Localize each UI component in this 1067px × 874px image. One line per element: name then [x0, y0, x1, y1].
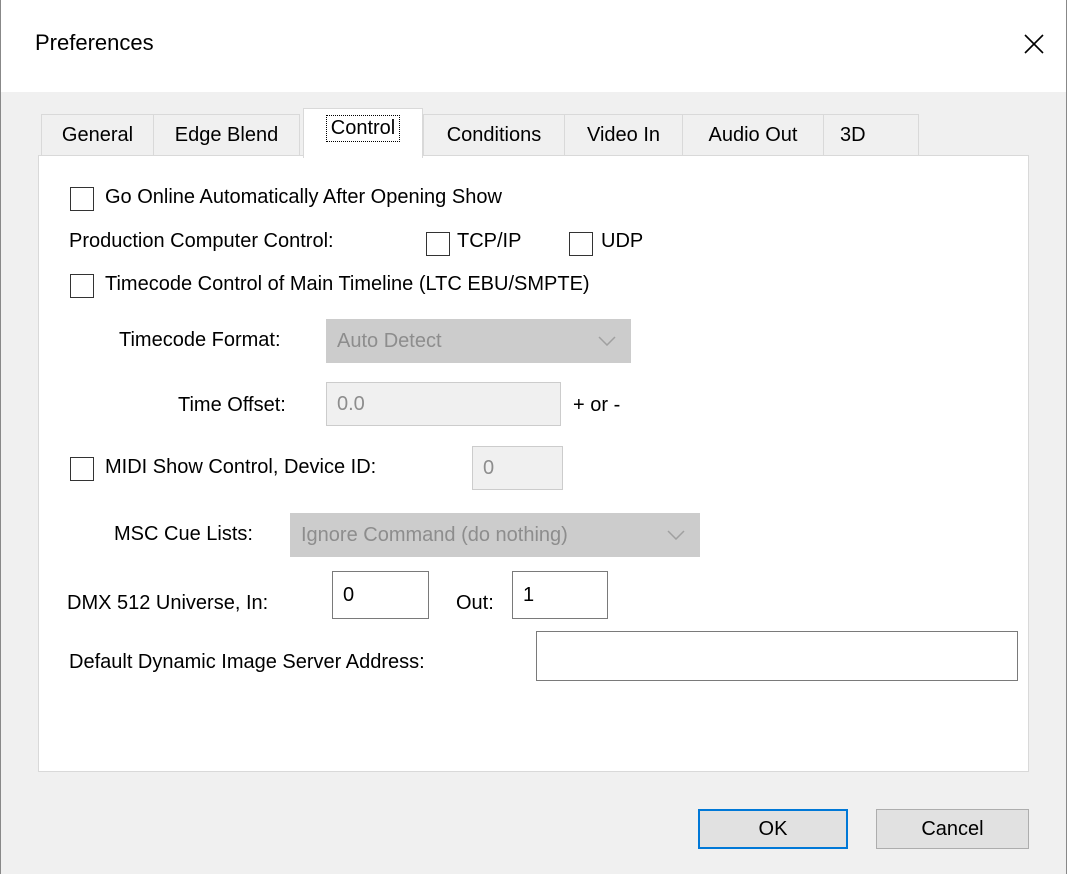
- image-server-address-input[interactable]: [536, 631, 1018, 681]
- time-offset-value: 0.0: [337, 392, 365, 415]
- tab-3d[interactable]: 3D: [823, 114, 919, 156]
- tab-audio-out[interactable]: Audio Out: [682, 114, 824, 156]
- dmx-out-input[interactable]: 1: [512, 571, 608, 619]
- ok-button-label: OK: [758, 817, 788, 840]
- timecode-control-checkbox[interactable]: [70, 274, 94, 298]
- close-icon: [1024, 34, 1044, 54]
- dmx-in-value: 0: [343, 583, 355, 606]
- chevron-down-icon: [667, 530, 685, 540]
- time-offset-label: Time Offset:: [178, 394, 286, 416]
- tab-control[interactable]: Control: [303, 108, 423, 158]
- go-online-label: Go Online Automatically After Opening Sh…: [105, 186, 502, 208]
- tab-label: 3D: [840, 124, 866, 146]
- chevron-down-icon: [598, 336, 616, 346]
- ok-button[interactable]: OK: [698, 809, 848, 849]
- tab-strip: General Edge Blend Control Conditions Vi…: [41, 108, 921, 158]
- midi-show-control-label: MIDI Show Control, Device ID:: [105, 456, 377, 478]
- title-bar[interactable]: Preferences: [1, 0, 1066, 92]
- udp-label: UDP: [601, 230, 644, 252]
- tab-label: Edge Blend: [174, 124, 279, 146]
- image-server-label: Default Dynamic Image Server Address:: [69, 651, 425, 673]
- midi-show-control-checkbox[interactable]: [70, 457, 94, 481]
- tab-video-in[interactable]: Video In: [564, 114, 683, 156]
- msc-cue-lists-select[interactable]: Ignore Command (do nothing): [290, 513, 700, 557]
- msc-cue-lists-value: Ignore Command (do nothing): [301, 523, 568, 546]
- device-id-input[interactable]: 0: [472, 446, 563, 490]
- tab-label: Control: [325, 115, 401, 142]
- window-title: Preferences: [35, 30, 154, 55]
- tab-general[interactable]: General: [41, 114, 154, 156]
- timecode-format-value: Auto Detect: [337, 329, 442, 352]
- msc-cue-lists-label: MSC Cue Lists:: [114, 523, 253, 545]
- tab-conditions[interactable]: Conditions: [423, 114, 565, 156]
- tcp-ip-label: TCP/IP: [457, 230, 522, 252]
- timecode-control-label: Timecode Control of Main Timeline (LTC E…: [105, 273, 590, 295]
- time-offset-input[interactable]: 0.0: [326, 382, 561, 426]
- device-id-value: 0: [483, 456, 495, 479]
- tab-label: Video In: [586, 124, 661, 146]
- go-online-checkbox[interactable]: [70, 187, 94, 211]
- udp-checkbox[interactable]: [569, 232, 593, 256]
- cancel-button-label: Cancel: [921, 817, 984, 840]
- close-button[interactable]: [1014, 24, 1054, 64]
- timecode-format-select[interactable]: Auto Detect: [326, 319, 631, 363]
- dmx-in-input[interactable]: 0: [332, 571, 429, 619]
- dmx-out-label: Out:: [456, 592, 494, 614]
- preferences-dialog: Preferences General Edge Blend Control C…: [0, 0, 1067, 874]
- tab-label: General: [61, 124, 134, 146]
- tab-label: Conditions: [446, 124, 542, 146]
- production-control-label: Production Computer Control:: [69, 230, 334, 252]
- cancel-button[interactable]: Cancel: [876, 809, 1029, 849]
- tab-edge-blend[interactable]: Edge Blend: [153, 114, 300, 156]
- timecode-format-label: Timecode Format:: [119, 329, 281, 351]
- control-tab-panel: Go Online Automatically After Opening Sh…: [38, 155, 1029, 772]
- tab-label: Audio Out: [708, 124, 798, 146]
- dmx-universe-label: DMX 512 Universe, In:: [67, 592, 269, 614]
- tcp-ip-checkbox[interactable]: [426, 232, 450, 256]
- dmx-out-value: 1: [523, 583, 535, 606]
- time-offset-suffix: + or -: [573, 394, 621, 416]
